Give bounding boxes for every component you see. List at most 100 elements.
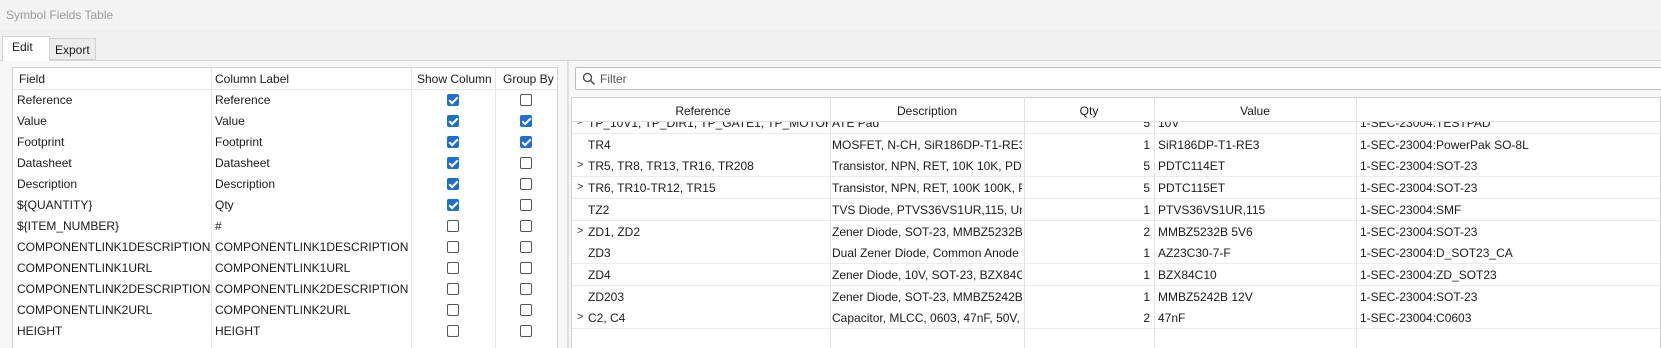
cell-footprint: 1-SEC-23004:SOT-23 (1360, 224, 1478, 239)
tab-export[interactable]: Export (50, 38, 96, 60)
column-label[interactable]: Value (215, 114, 245, 128)
group-by-checkbox[interactable] (520, 325, 532, 337)
grid-header-qty[interactable]: Qty (1024, 104, 1154, 118)
cell-description: Transistor, NPN, RET, 100K 100K, PDTC (832, 181, 1022, 196)
table-row[interactable]: TZ2 TVS Diode, PTVS36VS1UR,115, Unidire 1P… (572, 198, 1660, 221)
cell-qty: 1 (1143, 246, 1150, 261)
cell-value: SiR186DP-T1-RE3 (1158, 137, 1260, 152)
group-by-checkbox[interactable] (520, 262, 532, 274)
column-label[interactable]: COMPONENTLINK2URL (215, 303, 350, 317)
cell-reference: TR4 (588, 137, 611, 152)
cell-value: PDTC115ET (1158, 181, 1226, 196)
tab-edit[interactable]: Edit (2, 36, 50, 61)
header-column-label[interactable]: Column Label (215, 72, 289, 86)
table-row[interactable]: > C2, C4 Capacitor, MLCC, 0603, 47nF, 50V,… (572, 307, 1660, 330)
group-by-checkbox[interactable] (520, 283, 532, 295)
show-column-checkbox[interactable] (447, 136, 459, 148)
table-row[interactable]: > TR5, TR8, TR13, TR16, TR208 Transistor, … (572, 155, 1660, 178)
chevron-right-icon[interactable]: > (577, 225, 583, 237)
header-group-by[interactable]: Group By (503, 72, 554, 86)
field-row[interactable]: COMPONENTLINK1URL COMPONENTLINK1URL (13, 258, 557, 279)
cell-reference: TZ2 (588, 202, 610, 217)
table-row[interactable]: TR4 MOSFET, N-CH, SiR186DP-T1-RE3 1 SiR186D… (572, 133, 1660, 156)
field-row[interactable]: Reference Reference (13, 90, 557, 111)
field-row[interactable]: ${ITEM_NUMBER} # (13, 216, 557, 237)
grid-header: Reference Description Qty Value (572, 98, 1660, 122)
column-divider[interactable] (1024, 98, 1025, 348)
show-column-checkbox[interactable] (447, 178, 459, 190)
field-row[interactable]: Footprint Footprint (13, 132, 557, 153)
column-label[interactable]: # (215, 219, 222, 233)
grid-header-value[interactable]: Value (1154, 104, 1356, 118)
column-label[interactable]: COMPONENTLINK1URL (215, 261, 350, 275)
cell-qty: 2 (1143, 311, 1150, 326)
column-label[interactable]: Description (215, 177, 275, 191)
table-row[interactable]: > TR6, TR10-TR12, TR15 Transistor, NPN, RE… (572, 177, 1660, 200)
grid-header-reference[interactable]: Reference (576, 104, 830, 118)
cell-reference: C2, C4 (588, 311, 626, 326)
field-row[interactable]: Description Description (13, 174, 557, 195)
field-name: ${QUANTITY} (17, 198, 93, 212)
field-row[interactable]: COMPONENTLINK2DESCRIPTION COMPONENTLINK2D… (13, 279, 557, 300)
table-row[interactable]: ZD3 Dual Zener Diode, Common Anode 30V 1 AZ… (572, 242, 1660, 265)
group-by-checkbox[interactable] (520, 304, 532, 316)
group-by-checkbox[interactable] (520, 94, 532, 106)
header-show-column[interactable]: Show Column (417, 72, 492, 86)
field-name: Footprint (17, 135, 65, 149)
column-label[interactable]: Qty (215, 198, 234, 212)
show-column-checkbox[interactable] (447, 157, 459, 169)
group-by-checkbox[interactable] (520, 115, 532, 127)
column-divider[interactable] (557, 68, 558, 348)
show-column-checkbox[interactable] (447, 199, 459, 211)
chevron-right-icon[interactable]: > (577, 311, 583, 323)
group-by-checkbox[interactable] (520, 220, 532, 232)
filter-input[interactable] (600, 70, 1000, 88)
grid-header-description[interactable]: Description (830, 104, 1024, 118)
show-column-checkbox[interactable] (447, 220, 459, 232)
show-column-checkbox[interactable] (447, 262, 459, 274)
show-column-checkbox[interactable] (447, 94, 459, 106)
group-by-checkbox[interactable] (520, 199, 532, 211)
show-column-checkbox[interactable] (447, 115, 459, 127)
group-by-checkbox[interactable] (520, 136, 532, 148)
cell-reference: ZD203 (588, 289, 625, 304)
group-by-checkbox[interactable] (520, 157, 532, 169)
chevron-right-icon[interactable]: > (577, 159, 583, 171)
window-title: Symbol Fields Table (6, 8, 114, 22)
column-divider[interactable] (1356, 98, 1357, 348)
cell-description: Zener Diode, SOT-23, MMBZ5232B, 5.6 (832, 224, 1022, 239)
field-name: COMPONENTLINK2URL (17, 303, 153, 317)
cell-value: MMBZ5232B 5V6 (1158, 224, 1253, 239)
chevron-right-icon[interactable]: > (577, 181, 583, 193)
column-label[interactable]: Footprint (215, 135, 262, 149)
column-label[interactable]: Reference (215, 93, 270, 107)
filter-box[interactable] (575, 67, 1661, 90)
table-row[interactable]: ZD203 Zener Diode, SOT-23, MMBZ5242B, 12V… (572, 285, 1660, 308)
field-row[interactable]: COMPONENTLINK1DESCRIPTION COMPONENTLINK1D… (13, 237, 557, 258)
panel-splitter[interactable] (567, 61, 569, 348)
header-field[interactable]: Field (19, 72, 45, 86)
column-label[interactable]: COMPONENTLINK2DESCRIPTION (215, 282, 408, 296)
show-column-checkbox[interactable] (447, 304, 459, 316)
show-column-checkbox[interactable] (447, 325, 459, 337)
table-row[interactable]: ZD4 Zener Diode, 10V, SOT-23, BZX84C10 1 BZ… (572, 263, 1660, 286)
show-column-checkbox[interactable] (447, 283, 459, 295)
column-divider[interactable] (1154, 98, 1155, 348)
column-label[interactable]: HEIGHT (215, 324, 260, 338)
field-name: COMPONENTLINK2DESCRIPTION (17, 282, 211, 296)
column-label[interactable]: COMPONENTLINK1DESCRIPTION (215, 240, 408, 254)
field-row[interactable]: Datasheet Datasheet (13, 153, 557, 174)
field-row[interactable]: ${QUANTITY} Qty (13, 195, 557, 216)
group-by-checkbox[interactable] (520, 178, 532, 190)
field-row[interactable]: HEIGHT HEIGHT (13, 321, 557, 342)
table-row[interactable]: > ZD1, ZD2 Zener Diode, SOT-23, MMBZ5232B,… (572, 220, 1660, 243)
fields-table-header: Field Column Label Show Column Group By (13, 68, 557, 90)
show-column-checkbox[interactable] (447, 241, 459, 253)
cell-description: Transistor, NPN, RET, 10K 10K, PDTC11 (832, 159, 1022, 174)
column-label[interactable]: Datasheet (215, 156, 270, 170)
field-row[interactable]: Value Value (13, 111, 557, 132)
column-divider[interactable] (830, 98, 831, 348)
field-row[interactable]: COMPONENTLINK2URL COMPONENTLINK2URL (13, 300, 557, 321)
cell-reference: ZD1, ZD2 (588, 224, 641, 239)
group-by-checkbox[interactable] (520, 241, 532, 253)
